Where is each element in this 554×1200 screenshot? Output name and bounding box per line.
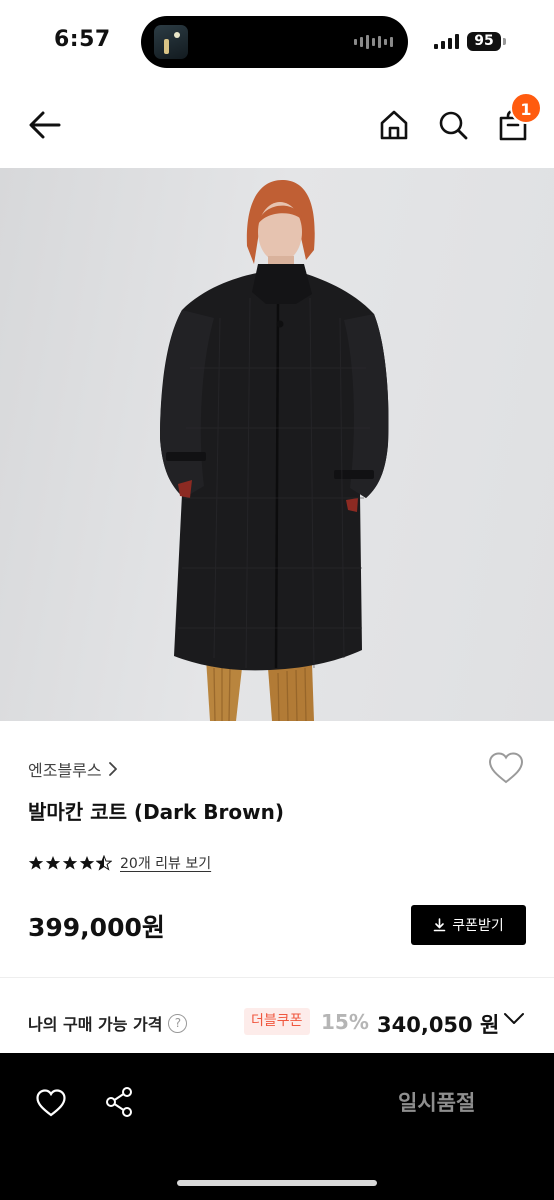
brand-name: 엔조블루스 [28, 761, 102, 780]
wishlist-button[interactable] [487, 751, 525, 785]
product-price: 399,000원 [28, 913, 165, 942]
star-filled-icon [79, 856, 95, 870]
chevron-down-icon[interactable] [503, 1011, 525, 1027]
share-icon [106, 1087, 132, 1117]
star-filled-icon [45, 856, 61, 870]
final-price: 340,050 원 [377, 1013, 500, 1037]
star-filled-icon [62, 856, 78, 870]
cellular-signal-icon [434, 34, 459, 49]
my-price-row[interactable]: 나의 구매 가능 가격 ? 더블쿠폰 15% 340,050 원 [0, 978, 554, 1053]
battery-cap [503, 38, 506, 45]
heart-icon [488, 752, 524, 784]
top-navigation [0, 82, 554, 168]
download-icon [433, 918, 446, 932]
status-time: 6:57 [54, 27, 111, 52]
share-button[interactable] [104, 1086, 134, 1118]
star-filled-icon [28, 856, 44, 870]
home-button[interactable] [377, 108, 411, 142]
battery-indicator: 95 [467, 32, 501, 51]
model-in-coat-illustration [160, 180, 389, 721]
my-price-label: 나의 구매 가능 가격 [28, 1015, 163, 1034]
sold-out-button[interactable]: 일시품절 [398, 1087, 475, 1117]
home-icon [380, 110, 408, 140]
back-button[interactable] [26, 107, 64, 143]
double-coupon-tag: 더블쿠폰 [244, 1008, 310, 1035]
bottom-wishlist-button[interactable] [35, 1088, 67, 1118]
star-rating [28, 855, 112, 871]
audio-waveform-icon [354, 35, 393, 49]
my-price-label-group: 나의 구매 가능 가격 ? [28, 1011, 188, 1035]
review-link[interactable]: 20개 리뷰 보기 [120, 853, 211, 873]
now-playing-artwork [154, 25, 188, 59]
help-icon[interactable]: ? [168, 1013, 188, 1033]
chevron-right-icon [108, 762, 117, 776]
get-coupon-label: 쿠폰받기 [452, 918, 504, 934]
brand-link[interactable]: 엔조블루스 [28, 757, 118, 781]
product-title: 발마칸 코트 (Dark Brown) [28, 800, 284, 824]
cart-count-badge: 1 [510, 92, 542, 124]
dynamic-island[interactable] [141, 16, 408, 68]
heart-icon [36, 1089, 66, 1117]
bottom-action-bar: 일시품절 [0, 1053, 554, 1200]
get-coupon-button[interactable]: 쿠폰받기 [411, 905, 526, 945]
search-button[interactable] [436, 108, 470, 142]
rating-row: 20개 리뷰 보기 [28, 853, 211, 873]
product-image[interactable] [0, 168, 554, 721]
star-half-icon [96, 855, 112, 871]
status-bar: 6:57 95 [0, 0, 554, 82]
back-arrow-icon [29, 111, 61, 139]
search-icon [439, 111, 468, 140]
discount-rate: 15% [321, 1010, 369, 1034]
home-indicator[interactable] [177, 1180, 377, 1186]
